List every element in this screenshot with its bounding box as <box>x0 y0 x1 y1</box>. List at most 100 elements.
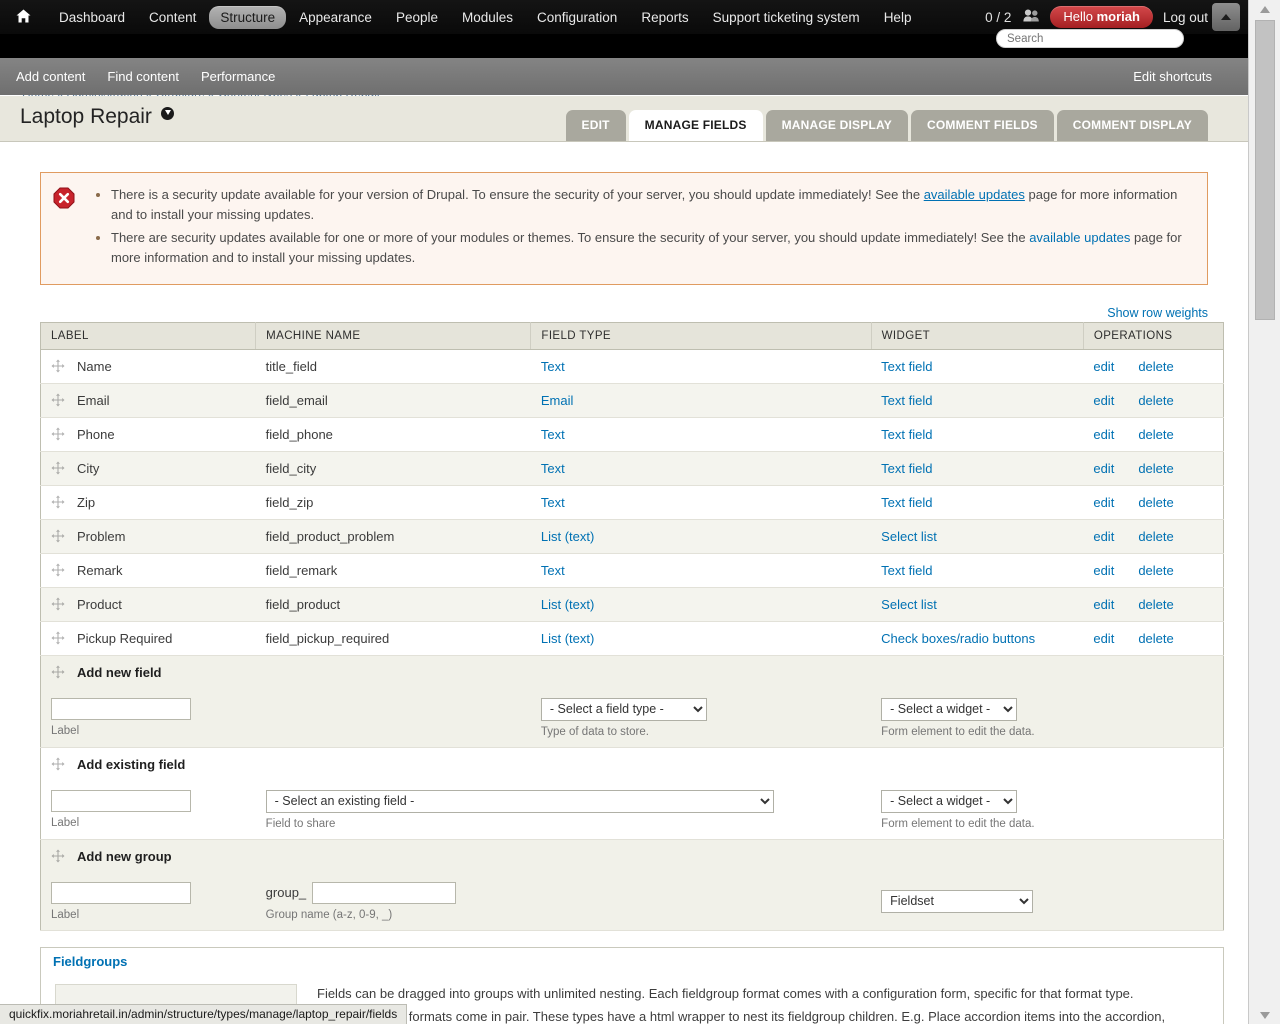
drag-handle-icon[interactable] <box>51 393 65 407</box>
table-row[interactable]: City field_city Text Text field edit delete <box>40 451 1224 486</box>
edit-field-link[interactable]: edit <box>1093 359 1114 374</box>
toolbar-item-dashboard[interactable]: Dashboard <box>48 6 136 29</box>
toolbar-item-help[interactable]: Help <box>873 6 923 29</box>
edit-field-link[interactable]: edit <box>1093 563 1114 578</box>
table-row[interactable]: Email field_email Email Text field edit delet… <box>40 383 1224 418</box>
field-widget-link[interactable]: Text field <box>881 359 932 374</box>
field-type-link[interactable]: Text <box>541 461 565 476</box>
edit-field-link[interactable]: edit <box>1093 631 1114 646</box>
delete-field-link[interactable]: delete <box>1138 427 1173 442</box>
field-type-select[interactable]: - Select a field type - <box>540 697 707 721</box>
toolbar-item-appearance[interactable]: Appearance <box>288 6 383 29</box>
add-existing-field-label-input[interactable] <box>51 790 191 813</box>
logout-link[interactable]: Log out <box>1163 10 1208 25</box>
field-type-link[interactable]: Text <box>541 563 565 578</box>
show-row-weights-link[interactable]: Show row weights <box>1107 306 1208 320</box>
field-type-link[interactable]: List (text) <box>541 631 594 646</box>
delete-field-link[interactable]: delete <box>1138 461 1173 476</box>
shortcut-add-content[interactable]: Add content <box>16 69 85 84</box>
existing-field-select[interactable]: - Select an existing field - <box>265 789 774 813</box>
drag-handle-icon[interactable] <box>51 631 65 645</box>
drag-handle-icon[interactable] <box>51 461 65 475</box>
field-widget-link[interactable]: Text field <box>881 495 932 510</box>
group-name-input[interactable] <box>312 881 457 904</box>
widget-select[interactable]: - Select a widget - <box>881 789 1018 813</box>
delete-field-link[interactable]: delete <box>1138 631 1173 646</box>
edit-field-link[interactable]: edit <box>1093 393 1114 408</box>
drag-handle-icon[interactable] <box>51 427 65 441</box>
field-widget-link[interactable]: Check boxes/radio buttons <box>881 631 1035 646</box>
tab-manage-fields[interactable]: MANAGE FIELDS <box>628 110 763 141</box>
field-widget-link[interactable]: Select list <box>881 529 937 544</box>
edit-field-link[interactable]: edit <box>1093 597 1114 612</box>
toolbar-item-configuration[interactable]: Configuration <box>526 6 628 29</box>
edit-field-link[interactable]: edit <box>1093 461 1114 476</box>
scrollbar-thumb[interactable] <box>1255 20 1275 320</box>
shortcut-performance[interactable]: Performance <box>201 69 275 84</box>
add-new-group-label-input[interactable] <box>51 881 191 904</box>
table-row[interactable]: Phone field_phone Text Text field edit delete <box>40 417 1224 452</box>
delete-field-link[interactable]: delete <box>1138 393 1173 408</box>
edit-field-link[interactable]: edit <box>1093 529 1114 544</box>
field-type-link[interactable]: List (text) <box>541 529 594 544</box>
available-updates-link[interactable]: available updates <box>1029 230 1130 245</box>
drag-handle-icon[interactable] <box>51 359 65 373</box>
delete-field-link[interactable]: delete <box>1138 597 1173 612</box>
drag-handle-icon[interactable] <box>51 563 65 577</box>
field-widget-link[interactable]: Text field <box>881 393 932 408</box>
table-row[interactable]: Remark field_remark Text Text field edit dele… <box>40 553 1224 588</box>
gear-icon[interactable] <box>160 107 174 120</box>
drag-handle-icon[interactable] <box>51 757 65 771</box>
edit-field-link[interactable]: edit <box>1093 427 1114 442</box>
table-row[interactable]: Problem field_product_problem List (text) S… <box>40 519 1224 554</box>
field-type-link[interactable]: Text <box>541 427 565 442</box>
home-icon[interactable] <box>16 9 31 26</box>
toolbar-item-content[interactable]: Content <box>138 6 207 29</box>
shortcut-find-content[interactable]: Find content <box>107 69 179 84</box>
field-widget-link[interactable]: Text field <box>881 427 932 442</box>
field-type-link[interactable]: Email <box>541 393 574 408</box>
drag-handle-icon[interactable] <box>51 665 65 679</box>
drag-handle-icon[interactable] <box>51 495 65 509</box>
table-row[interactable]: Zip field_zip Text Text field edit delete <box>40 485 1224 520</box>
add-new-field-label-input[interactable] <box>51 698 191 721</box>
scrollbar-down-button[interactable] <box>1249 1006 1280 1024</box>
delete-field-link[interactable]: delete <box>1138 529 1173 544</box>
widget-select[interactable]: - Select a widget - <box>881 697 1018 721</box>
field-widget-link[interactable]: Select list <box>881 597 937 612</box>
tab-edit[interactable]: EDIT <box>565 110 626 141</box>
group-format-select[interactable]: Fieldset <box>881 889 1034 913</box>
available-updates-link[interactable]: available updates <box>924 187 1025 202</box>
toolbar-item-reports[interactable]: Reports <box>630 6 699 29</box>
field-type-link[interactable]: Text <box>541 359 565 374</box>
user-greeting-badge[interactable]: Hello moriah <box>1050 6 1153 28</box>
table-row[interactable]: Product field_product List (text) Select li… <box>40 587 1224 622</box>
table-row[interactable]: Name title_field Text Text field edit delete <box>40 349 1224 384</box>
tab-manage-display[interactable]: MANAGE DISPLAY <box>765 110 908 141</box>
fieldgroups-legend[interactable]: Fieldgroups <box>53 954 127 969</box>
table-row[interactable]: Pickup Required field_pickup_required List… <box>40 621 1224 656</box>
drag-handle-icon[interactable] <box>51 849 65 863</box>
delete-field-link[interactable]: delete <box>1138 495 1173 510</box>
tab-comment-fields[interactable]: COMMENT FIELDS <box>910 110 1054 141</box>
toolbar-collapse-button[interactable] <box>1212 3 1240 31</box>
edit-shortcuts-link[interactable]: Edit shortcuts <box>1133 69 1212 84</box>
field-type-link[interactable]: Text <box>541 495 565 510</box>
column-header-label[interactable]: LABEL <box>40 322 257 350</box>
field-widget-link[interactable]: Text field <box>881 461 932 476</box>
toolbar-item-modules[interactable]: Modules <box>451 6 524 29</box>
delete-field-link[interactable]: delete <box>1138 563 1173 578</box>
tab-comment-display[interactable]: COMMENT DISPLAY <box>1056 110 1208 141</box>
toolbar-item-people[interactable]: People <box>385 6 449 29</box>
edit-field-link[interactable]: edit <box>1093 495 1114 510</box>
search-input[interactable] <box>996 29 1184 48</box>
toolbar-item-structure[interactable]: Structure <box>209 5 287 29</box>
column-header-field-type[interactable]: FIELD TYPE <box>530 322 872 350</box>
column-header-widget[interactable]: WIDGET <box>871 322 1084 350</box>
delete-field-link[interactable]: delete <box>1138 359 1173 374</box>
field-widget-link[interactable]: Text field <box>881 563 932 578</box>
toolbar-item-support-ticketing-system[interactable]: Support ticketing system <box>702 6 871 29</box>
column-header-operations[interactable]: OPERATIONS <box>1083 322 1224 350</box>
column-header-machine[interactable]: MACHINE NAME <box>255 322 532 350</box>
field-type-link[interactable]: List (text) <box>541 597 594 612</box>
